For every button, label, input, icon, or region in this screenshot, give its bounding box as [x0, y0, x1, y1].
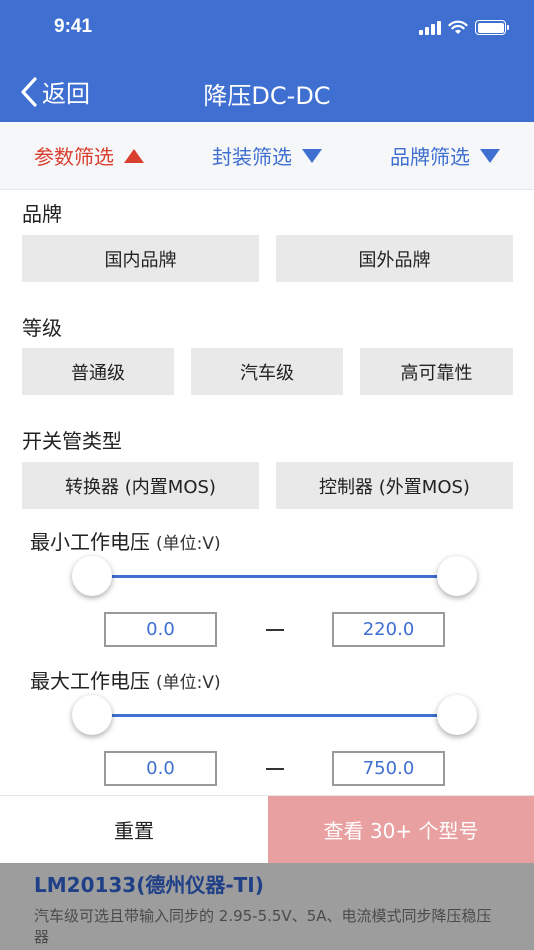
status-time: 9:41 [54, 16, 93, 37]
tab-label: 参数筛选 [34, 145, 114, 169]
triangle-down-icon [480, 148, 500, 163]
min-voltage-unit: (单位:V) [156, 534, 221, 554]
high-reliability-button[interactable]: 高可靠性 [360, 348, 513, 395]
max-voltage-low-handle[interactable] [72, 695, 112, 735]
range-dash [266, 629, 284, 631]
status-icons [419, 20, 509, 35]
reset-button[interactable]: 重置 [0, 796, 268, 863]
screen: 9:41 返回 降压DC-DC 参数筛选 封装筛选 品牌筛选 品牌 国内品牌 国… [0, 0, 534, 950]
grade-section-title: 等级 [22, 316, 62, 340]
min-voltage-slider-track[interactable] [92, 575, 457, 578]
min-voltage-high-handle[interactable] [437, 556, 477, 596]
max-voltage-unit: (单位:V) [156, 673, 221, 693]
domestic-brand-button[interactable]: 国内品牌 [22, 235, 259, 282]
max-voltage-low-input[interactable] [104, 751, 217, 786]
max-voltage-label: 最大工作电压 [30, 669, 150, 693]
range-dash [266, 768, 284, 770]
page-title: 降压DC-DC [203, 82, 331, 110]
automotive-grade-button[interactable]: 汽车级 [191, 348, 343, 395]
view-models-button[interactable]: 查看 30+ 个型号 [268, 796, 534, 863]
result-title: LM20133(德州仪器-TI) [34, 873, 264, 897]
triangle-down-icon [302, 148, 322, 163]
max-voltage-slider-track[interactable] [92, 714, 457, 717]
max-voltage-high-handle[interactable] [437, 695, 477, 735]
result-description: 汽车级可选且带输入同步的 2.95-5.5V、5A、电流模式同步降压稳压器 [34, 907, 492, 946]
max-voltage-title: 最大工作电压 (单位:V) [30, 665, 221, 694]
tab-parameter-filter[interactable]: 参数筛选 [0, 141, 178, 170]
triangle-up-icon [124, 148, 144, 163]
min-voltage-high-input[interactable] [332, 612, 445, 647]
min-voltage-title: 最小工作电压 (单位:V) [30, 526, 221, 555]
tab-label: 封装筛选 [212, 145, 292, 169]
bottom-action-bar: 重置 查看 30+ 个型号 [0, 795, 534, 863]
controller-external-mos-button[interactable]: 控制器 (外置MOS) [276, 462, 513, 509]
converter-internal-mos-button[interactable]: 转换器 (内置MOS) [22, 462, 259, 509]
max-voltage-high-input[interactable] [332, 751, 445, 786]
result-list-item[interactable]: LM20133(德州仪器-TI) 汽车级可选且带输入同步的 2.95-5.5V、… [0, 863, 534, 950]
brand-section-title: 品牌 [22, 202, 62, 226]
normal-grade-button[interactable]: 普通级 [22, 348, 174, 395]
tab-package-filter[interactable]: 封装筛选 [178, 141, 356, 170]
tab-label: 品牌筛选 [390, 145, 470, 169]
min-voltage-label: 最小工作电压 [30, 530, 150, 554]
tab-brand-filter[interactable]: 品牌筛选 [356, 141, 534, 170]
wifi-icon [448, 20, 468, 34]
filter-tabs: 参数筛选 封装筛选 品牌筛选 [0, 122, 534, 190]
foreign-brand-button[interactable]: 国外品牌 [276, 235, 513, 282]
nav-header: 9:41 返回 降压DC-DC [0, 0, 534, 122]
cellular-signal-icon [419, 20, 441, 35]
battery-icon [475, 20, 509, 35]
switch-type-section-title: 开关管类型 [22, 429, 122, 453]
min-voltage-low-handle[interactable] [72, 556, 112, 596]
min-voltage-low-input[interactable] [104, 612, 217, 647]
